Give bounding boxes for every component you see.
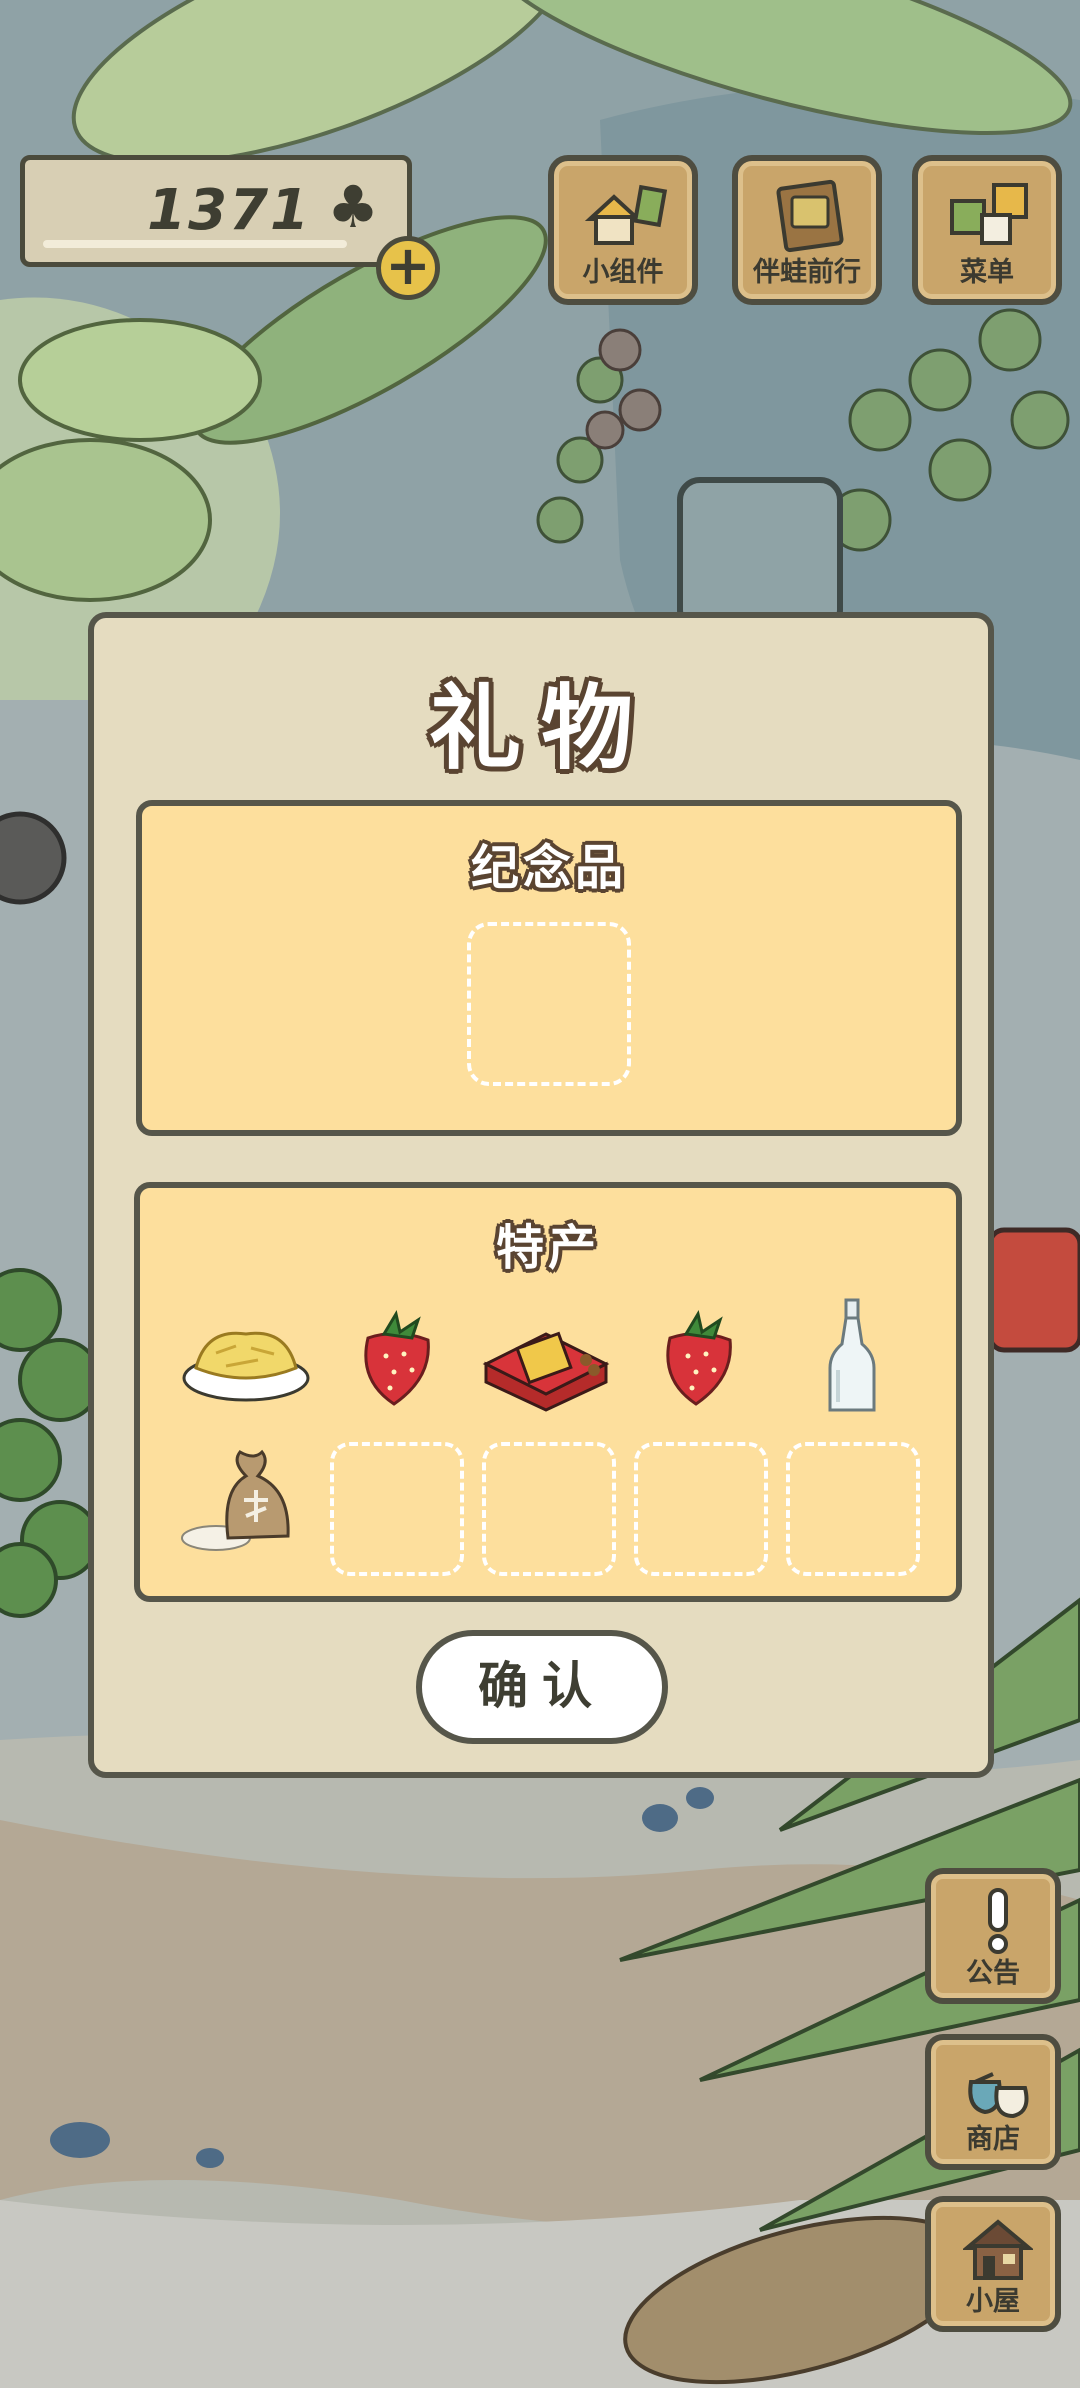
dialog-title: 礼物	[428, 675, 653, 782]
confirm-button[interactable]: 确认	[416, 1630, 668, 1744]
exclamation-icon	[988, 1888, 1008, 1954]
shop-button[interactable]: 商店	[925, 2034, 1061, 2170]
specialty-slot-empty[interactable]	[482, 1442, 616, 1576]
clover-count: 1371	[147, 178, 311, 243]
menu-icon	[950, 183, 1028, 245]
gift-box-icon[interactable]	[476, 1298, 616, 1418]
specialty-title: 特产	[495, 1220, 600, 1276]
souvenir-slot-empty[interactable]	[467, 922, 631, 1086]
strawberry-icon[interactable]	[630, 1298, 770, 1418]
house-button[interactable]: 小屋	[925, 2196, 1061, 2332]
shop-label: 商店	[966, 2124, 1020, 2155]
menu-label: 菜单	[960, 257, 1014, 288]
clover-counter: 1371 ♣	[20, 155, 412, 267]
travel-with-frog-button[interactable]: 伴蛙前行	[732, 155, 882, 305]
glass-bottle-icon[interactable]	[782, 1298, 922, 1418]
album-icon	[776, 179, 844, 253]
crispy-flakes-plate-icon[interactable]	[176, 1298, 316, 1418]
menu-button[interactable]: 菜单	[912, 155, 1062, 305]
notice-label: 公告	[966, 1958, 1020, 1989]
clover-icon: ♣	[327, 173, 379, 241]
souvenir-title: 纪念品	[470, 840, 627, 896]
specialty-panel: 特产	[134, 1182, 962, 1602]
specialty-slot-empty[interactable]	[786, 1442, 920, 1576]
widget-button[interactable]: 小组件	[548, 155, 698, 305]
specialty-slot-empty[interactable]	[634, 1442, 768, 1576]
specialty-slot-empty[interactable]	[330, 1442, 464, 1576]
souvenir-panel: 纪念品	[136, 800, 962, 1136]
counter-highlight	[43, 240, 347, 248]
widget-label: 小组件	[582, 257, 664, 288]
gift-dialog: 礼物 纪念品 特产 确认	[88, 612, 994, 1778]
strawberry-icon[interactable]	[328, 1298, 468, 1418]
notice-button[interactable]: 公告	[925, 1868, 1061, 2004]
house-icon	[963, 2219, 1033, 2280]
add-clover-button[interactable]: +	[376, 236, 440, 300]
rice-bag-icon[interactable]	[176, 1442, 316, 1562]
bags-icon	[968, 2072, 1029, 2119]
travel-with-frog-label: 伴蛙前行	[753, 257, 861, 288]
house-label: 小屋	[966, 2286, 1020, 2317]
widget-icon	[584, 184, 668, 245]
